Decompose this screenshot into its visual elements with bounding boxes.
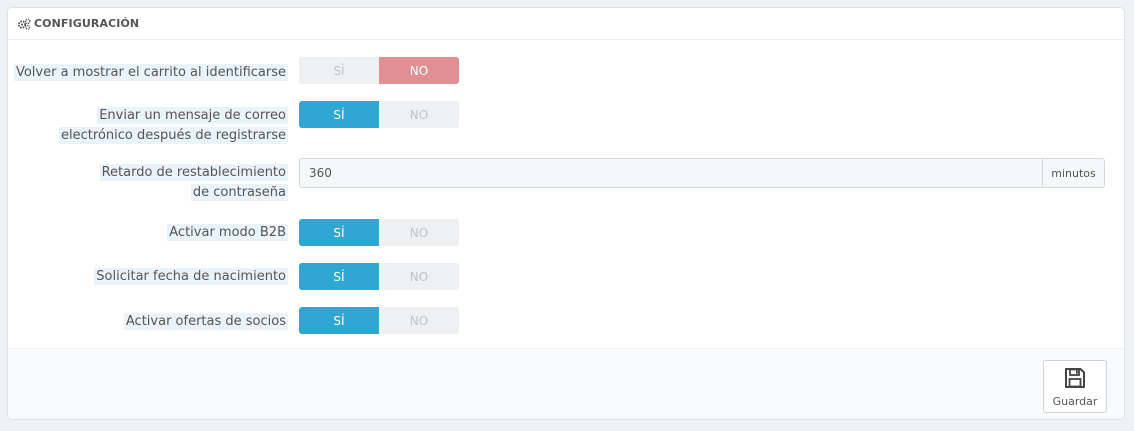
minutes-addon: minutos bbox=[1042, 158, 1105, 188]
password-delay-input[interactable] bbox=[299, 158, 1042, 188]
b2b-switch[interactable]: SÍ NO bbox=[299, 219, 459, 246]
gears-icon bbox=[17, 18, 31, 30]
show-cart-switch[interactable]: SÍ NO bbox=[299, 57, 459, 84]
save-button-label: Guardar bbox=[1052, 394, 1098, 408]
panel-footer: Guardar bbox=[8, 348, 1124, 419]
field-label: Solicitar fecha de nacimiento bbox=[94, 268, 288, 285]
floppy-disk-icon bbox=[1065, 367, 1085, 388]
field-label: Volver a mostrar el carrito al identific… bbox=[13, 64, 288, 81]
partner-offers-switch[interactable]: SÍ NO bbox=[299, 307, 459, 334]
panel-title: CONFIGURACIÓN bbox=[34, 17, 140, 30]
field-label: Retardo de restablecimiento de contraseñ… bbox=[99, 164, 288, 201]
switch-yes[interactable]: SÍ bbox=[299, 263, 379, 290]
switch-no[interactable]: NO bbox=[379, 219, 459, 246]
send-email-switch[interactable]: SÍ NO bbox=[299, 101, 459, 128]
switch-no[interactable]: NO bbox=[379, 307, 459, 334]
field-label: Activar ofertas de socios bbox=[123, 313, 288, 330]
password-delay-group: minutos bbox=[299, 158, 1105, 188]
switch-no[interactable]: NO bbox=[379, 263, 459, 290]
panel-heading: CONFIGURACIÓN bbox=[8, 8, 1124, 40]
configuration-panel: CONFIGURACIÓN Volver a mostrar el carrit… bbox=[7, 7, 1125, 420]
switch-yes[interactable]: SÍ bbox=[299, 101, 379, 128]
switch-yes[interactable]: SÍ bbox=[299, 219, 379, 246]
save-button[interactable]: Guardar bbox=[1043, 360, 1107, 413]
switch-no[interactable]: NO bbox=[379, 57, 459, 84]
switch-yes[interactable]: SÍ bbox=[299, 57, 379, 84]
field-label: Activar modo B2B bbox=[167, 224, 288, 241]
birthdate-switch[interactable]: SÍ NO bbox=[299, 263, 459, 290]
field-label: Enviar un mensaje de correo electrónico … bbox=[59, 107, 288, 144]
switch-yes[interactable]: SÍ bbox=[299, 307, 379, 334]
switch-no[interactable]: NO bbox=[379, 101, 459, 128]
